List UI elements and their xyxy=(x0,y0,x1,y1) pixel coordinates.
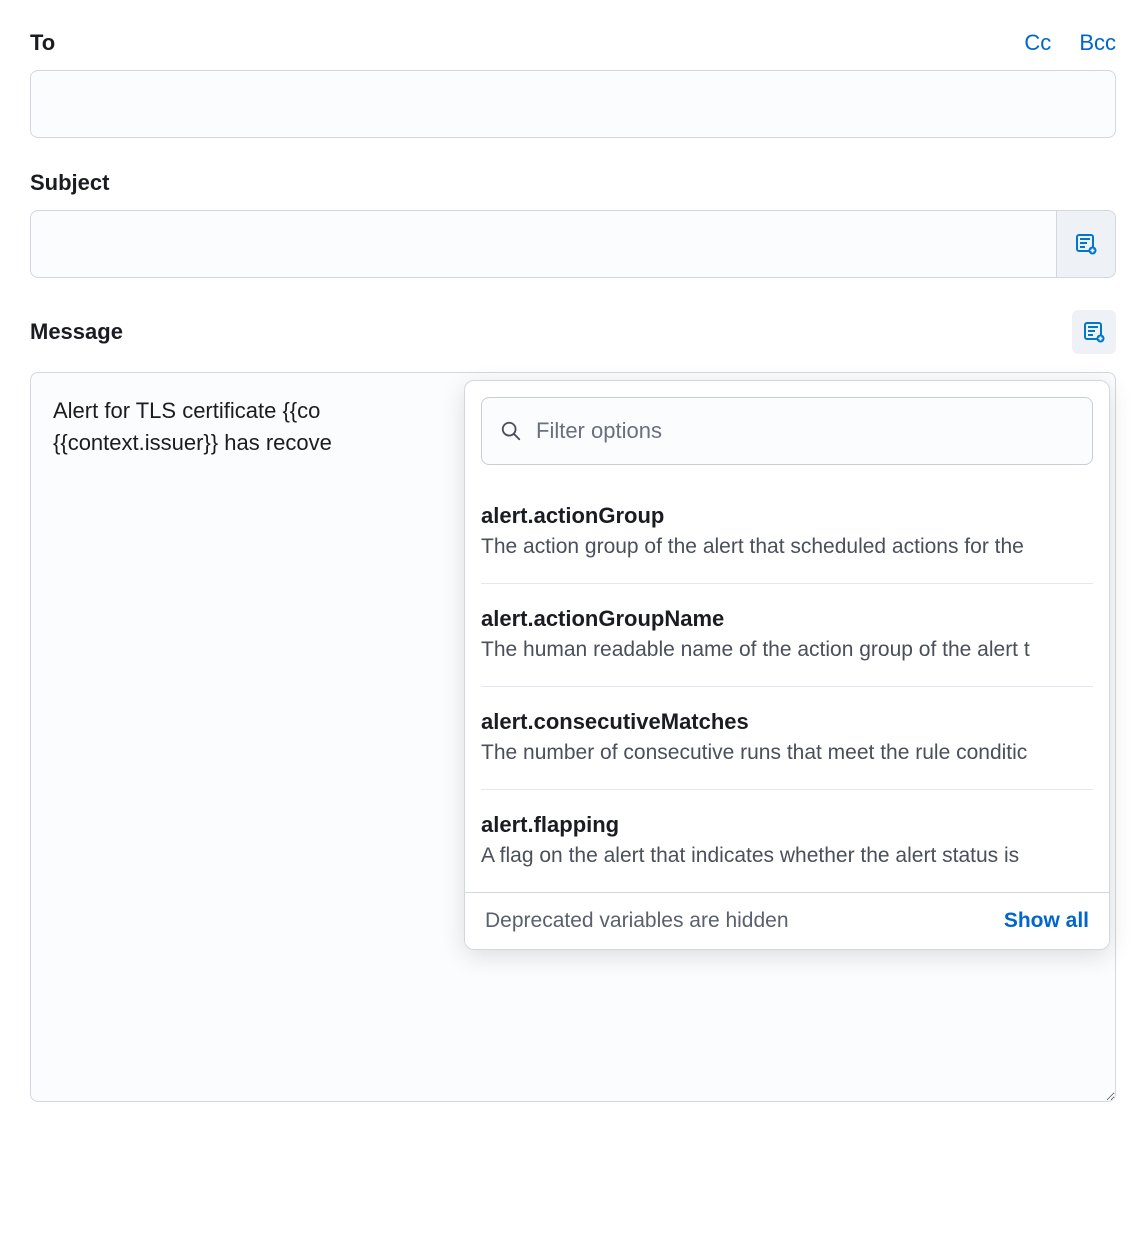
message-text-line1: Alert for TLS certificate {{co xyxy=(53,398,320,423)
subject-label-row: Subject xyxy=(30,170,1116,196)
option-title: alert.actionGroupName xyxy=(481,606,1093,632)
option-title: alert.flapping xyxy=(481,812,1093,838)
show-all-link[interactable]: Show all xyxy=(1004,909,1089,933)
subject-label: Subject xyxy=(30,170,109,196)
variable-popover: alert.actionGroup The action group of th… xyxy=(464,380,1110,950)
message-body-wrap: Alert for TLS certificate {{co {{context… xyxy=(30,372,1116,1102)
message-label: Message xyxy=(30,319,123,345)
cc-link[interactable]: Cc xyxy=(1024,30,1051,56)
insert-variable-icon xyxy=(1082,320,1106,344)
message-text-line2: {{context.issuer}} has recove xyxy=(53,430,332,455)
popover-search[interactable] xyxy=(481,397,1093,465)
option-item[interactable]: alert.actionGroup The action group of th… xyxy=(481,481,1093,584)
bcc-link[interactable]: Bcc xyxy=(1079,30,1116,56)
insert-variable-message-button[interactable] xyxy=(1072,310,1116,354)
cc-bcc-links: Cc Bcc xyxy=(1024,30,1116,56)
insert-variable-subject-button[interactable] xyxy=(1056,210,1116,278)
option-item[interactable]: alert.flapping A flag on the alert that … xyxy=(481,790,1093,892)
option-item[interactable]: alert.consecutiveMatches The number of c… xyxy=(481,687,1093,790)
option-desc: A flag on the alert that indicates wheth… xyxy=(481,844,1093,868)
popover-footer: Deprecated variables are hidden Show all xyxy=(465,892,1109,949)
subject-input-wrap xyxy=(30,210,1116,278)
message-field-block: Message Alert for TLS certificate {{co {… xyxy=(30,310,1116,1102)
option-desc: The number of consecutive runs that meet… xyxy=(481,741,1093,765)
option-desc: The human readable name of the action gr… xyxy=(481,638,1093,662)
search-icon xyxy=(500,420,522,442)
option-item[interactable]: alert.actionGroupName The human readable… xyxy=(481,584,1093,687)
option-list: alert.actionGroup The action group of th… xyxy=(465,481,1109,892)
insert-variable-icon xyxy=(1074,232,1098,256)
option-title: alert.actionGroup xyxy=(481,503,1093,529)
option-title: alert.consecutiveMatches xyxy=(481,709,1093,735)
subject-input[interactable] xyxy=(30,210,1056,278)
filter-input[interactable] xyxy=(536,418,1074,444)
option-desc: The action group of the alert that sched… xyxy=(481,535,1093,559)
deprecated-text: Deprecated variables are hidden xyxy=(485,909,789,933)
to-label-row: To Cc Bcc xyxy=(30,30,1116,56)
to-input[interactable] xyxy=(30,70,1116,138)
subject-field-block: Subject xyxy=(30,170,1116,278)
to-field-block: To Cc Bcc xyxy=(30,30,1116,138)
popover-search-wrap xyxy=(465,381,1109,481)
to-label: To xyxy=(30,30,55,56)
message-label-row: Message xyxy=(30,310,1116,354)
